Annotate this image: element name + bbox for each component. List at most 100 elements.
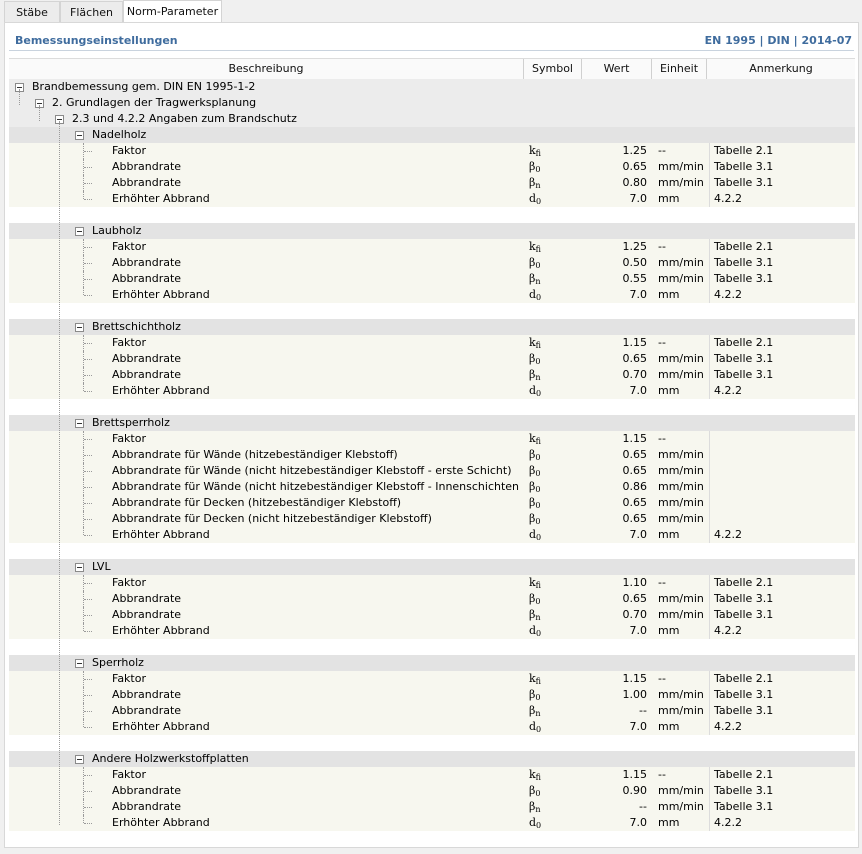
table-row[interactable]: Erhöhter Abbrand d0 7.0 mm 4.2.2 [9, 815, 855, 831]
table-row[interactable]: Faktor kfi 1.25 -- Tabelle 2.1 [9, 143, 855, 159]
param-value-field[interactable]: 0.80 [581, 175, 649, 191]
param-value-field[interactable]: 1.15 [581, 767, 649, 783]
table-row[interactable]: Abbrandrate für Wände (nicht hitzebestän… [9, 479, 855, 495]
param-value-field[interactable]: 0.90 [581, 783, 649, 799]
table-row[interactable]: Erhöhter Abbrand d0 7.0 mm 4.2.2 [9, 287, 855, 303]
param-value-field[interactable]: 0.65 [581, 511, 649, 527]
tab-bar: Stäbe Flächen Norm-Parameter [0, 0, 862, 23]
table-row[interactable]: Faktor kfi 1.10 -- Tabelle 2.1 [9, 575, 855, 591]
collapse-toggle-icon[interactable] [75, 755, 84, 764]
param-value-field[interactable]: 7.0 [581, 287, 649, 303]
group-spacer [9, 831, 855, 847]
table-row[interactable]: Erhöhter Abbrand d0 7.0 mm 4.2.2 [9, 191, 855, 207]
param-value-field[interactable]: 7.0 [581, 623, 649, 639]
param-value-field[interactable]: 1.15 [581, 335, 649, 351]
table-row[interactable]: Abbrandrate β0 0.65 mm/min Tabelle 3.1 [9, 351, 855, 367]
tab-flaechen[interactable]: Flächen [60, 1, 123, 22]
group-andere-holzwerkstoffplatten[interactable]: Andere Holzwerkstoffplatten [9, 751, 855, 767]
param-value-field[interactable]: 0.65 [581, 447, 649, 463]
table-row[interactable]: Erhöhter Abbrand d0 7.0 mm 4.2.2 [9, 719, 855, 735]
table-row[interactable]: Faktor kfi 1.15 -- [9, 431, 855, 447]
param-value-field[interactable]: -- [581, 703, 649, 719]
table-row[interactable]: Abbrandrate für Wände (hitzebeständiger … [9, 447, 855, 463]
param-value-field[interactable]: 1.00 [581, 687, 649, 703]
table-row[interactable]: Faktor kfi 1.15 -- Tabelle 2.1 [9, 335, 855, 351]
group-nadelholz[interactable]: Nadelholz [9, 127, 855, 143]
table-row[interactable]: Erhöhter Abbrand d0 7.0 mm 4.2.2 [9, 623, 855, 639]
param-value-field[interactable]: 0.65 [581, 495, 649, 511]
table-row[interactable]: Abbrandrate βn 0.80 mm/min Tabelle 3.1 [9, 175, 855, 191]
param-value-field[interactable]: 0.65 [581, 463, 649, 479]
table-row[interactable]: Erhöhter Abbrand d0 7.0 mm 4.2.2 [9, 527, 855, 543]
param-value-field[interactable]: 0.65 [581, 591, 649, 607]
tree-node-brandschutz[interactable]: 2.3 und 4.2.2 Angaben zum Brandschutz [9, 111, 855, 127]
table-row[interactable]: Abbrandrate β0 1.00 mm/min Tabelle 3.1 [9, 687, 855, 703]
param-value-field[interactable]: -- [581, 799, 649, 815]
tree-node-root[interactable]: Brandbemessung gem. DIN EN 1995-1-2 [9, 79, 855, 95]
param-description: Erhöhter Abbrand [112, 624, 210, 637]
table-row[interactable]: Abbrandrate für Decken (hitzebeständiger… [9, 495, 855, 511]
param-value-field[interactable]: 1.10 [581, 575, 649, 591]
table-row[interactable]: Abbrandrate für Decken (nicht hitzebestä… [9, 511, 855, 527]
param-note: Tabelle 2.1 [709, 767, 855, 783]
group-sperrholz[interactable]: Sperrholz [9, 655, 855, 671]
tree-node-grundlagen[interactable]: 2. Grundlagen der Tragwerksplanung [9, 95, 855, 111]
param-value-field[interactable]: 0.70 [581, 367, 649, 383]
param-note: Tabelle 2.1 [709, 575, 855, 591]
param-description: Abbrandrate [112, 160, 182, 173]
column-header-anmerkung[interactable]: Anmerkung [706, 59, 855, 79]
table-row[interactable]: Abbrandrate β0 0.65 mm/min Tabelle 3.1 [9, 159, 855, 175]
param-value-field[interactable]: 7.0 [581, 383, 649, 399]
table-row[interactable]: Abbrandrate βn -- mm/min Tabelle 3.1 [9, 703, 855, 719]
param-description: Abbrandrate für Wände (hitzebeständiger … [112, 448, 398, 461]
param-value-field[interactable]: 1.25 [581, 143, 649, 159]
param-symbol: βn [529, 704, 541, 718]
table-row[interactable]: Abbrandrate βn 0.55 mm/min Tabelle 3.1 [9, 271, 855, 287]
table-row[interactable]: Abbrandrate βn 0.70 mm/min Tabelle 3.1 [9, 607, 855, 623]
collapse-toggle-icon[interactable] [75, 131, 84, 140]
collapse-toggle-icon[interactable] [75, 659, 84, 668]
column-header-wert[interactable]: Wert [581, 59, 651, 79]
group-brettschichtholz[interactable]: Brettschichtholz [9, 319, 855, 335]
table-row[interactable]: Abbrandrate β0 0.50 mm/min Tabelle 3.1 [9, 255, 855, 271]
param-value-field[interactable]: 1.15 [581, 671, 649, 687]
param-value-field[interactable]: 7.0 [581, 815, 649, 831]
param-value-field[interactable]: 0.50 [581, 255, 649, 271]
table-row[interactable]: Faktor kfi 1.25 -- Tabelle 2.1 [9, 239, 855, 255]
collapse-toggle-icon[interactable] [75, 323, 84, 332]
param-symbol: βn [529, 272, 541, 286]
table-row[interactable]: Faktor kfi 1.15 -- Tabelle 2.1 [9, 671, 855, 687]
param-value-field[interactable]: 0.65 [581, 159, 649, 175]
param-value-field[interactable]: 0.65 [581, 351, 649, 367]
param-description: Faktor [112, 768, 146, 781]
param-value-field[interactable]: 0.55 [581, 271, 649, 287]
collapse-toggle-icon[interactable] [75, 419, 84, 428]
param-value-field[interactable]: 7.0 [581, 719, 649, 735]
param-value-field[interactable]: 1.25 [581, 239, 649, 255]
table-row[interactable]: Abbrandrate für Wände (nicht hitzebestän… [9, 463, 855, 479]
param-value-field[interactable]: 1.15 [581, 431, 649, 447]
column-header-einheit[interactable]: Einheit [651, 59, 706, 79]
column-header-symbol[interactable]: Symbol [523, 59, 581, 79]
group-lvl[interactable]: LVL [9, 559, 855, 575]
table-row[interactable]: Erhöhter Abbrand d0 7.0 mm 4.2.2 [9, 383, 855, 399]
param-symbol: β0 [529, 496, 541, 510]
param-value-field[interactable]: 7.0 [581, 191, 649, 207]
group-laubholz[interactable]: Laubholz [9, 223, 855, 239]
group-brettsperrholz[interactable]: Brettsperrholz [9, 415, 855, 431]
tab-staebe[interactable]: Stäbe [4, 1, 60, 22]
tab-norm-parameter[interactable]: Norm-Parameter [123, 0, 222, 23]
param-value-field[interactable]: 0.70 [581, 607, 649, 623]
table-row[interactable]: Abbrandrate βn -- mm/min Tabelle 3.1 [9, 799, 855, 815]
table-row[interactable]: Abbrandrate β0 0.90 mm/min Tabelle 3.1 [9, 783, 855, 799]
collapse-toggle-icon[interactable] [75, 563, 84, 572]
table-row[interactable]: Abbrandrate β0 0.65 mm/min Tabelle 3.1 [9, 591, 855, 607]
param-unit: mm [658, 624, 680, 637]
column-header-beschreibung[interactable]: Beschreibung [9, 59, 523, 79]
param-value-field[interactable]: 0.86 [581, 479, 649, 495]
param-description: Abbrandrate [112, 256, 182, 269]
collapse-toggle-icon[interactable] [75, 227, 84, 236]
table-row[interactable]: Abbrandrate βn 0.70 mm/min Tabelle 3.1 [9, 367, 855, 383]
table-row[interactable]: Faktor kfi 1.15 -- Tabelle 2.1 [9, 767, 855, 783]
param-value-field[interactable]: 7.0 [581, 527, 649, 543]
